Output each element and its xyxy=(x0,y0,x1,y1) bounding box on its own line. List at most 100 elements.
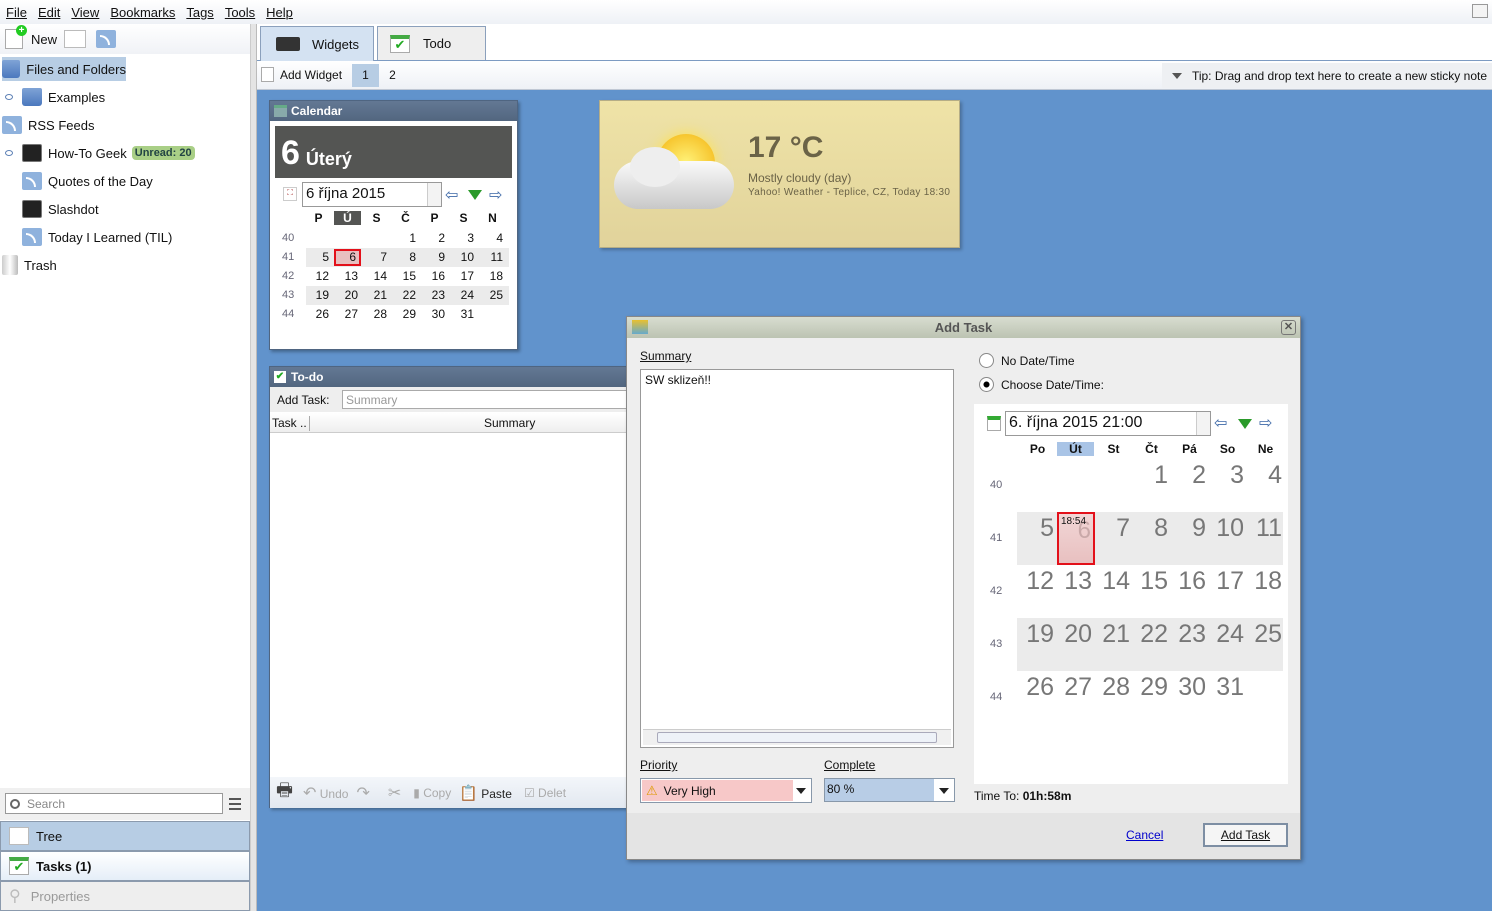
tab-widgets[interactable]: Widgets xyxy=(260,26,374,61)
hamburger-menu-icon[interactable] xyxy=(229,798,241,810)
page-2-button[interactable]: 2 xyxy=(379,64,406,87)
dialog-title-bar[interactable]: Add Task ✕ xyxy=(627,317,1300,338)
calendar-day[interactable]: 7 xyxy=(363,249,390,266)
calendar-day[interactable]: 18 xyxy=(1246,567,1284,596)
calendar-day[interactable]: 8 xyxy=(392,249,419,266)
calendar-day[interactable]: 31 xyxy=(450,306,477,323)
calendar-day[interactable]: 2 xyxy=(421,230,448,247)
calendar-day[interactable]: 2 xyxy=(1170,461,1208,490)
calendar-day[interactable]: 12 xyxy=(305,268,332,285)
calendar-day[interactable]: 20 xyxy=(334,287,361,304)
menu-help[interactable]: Help xyxy=(266,5,293,20)
calendar-day[interactable]: 3 xyxy=(1208,461,1246,490)
add-widget-button[interactable]: Add Widget xyxy=(261,67,342,82)
calendar-day[interactable]: 19 xyxy=(1018,620,1056,649)
copy-button[interactable]: ▮ Copy xyxy=(413,786,451,800)
page-1-button[interactable]: 1 xyxy=(352,64,379,87)
calendar-day[interactable]: 26 xyxy=(305,306,332,323)
calendar-day[interactable]: 29 xyxy=(1132,673,1170,702)
calendar-day[interactable]: 15 xyxy=(392,268,419,285)
todo-widget-title-bar[interactable]: ✔ To-do xyxy=(270,367,648,387)
selected-day-cell[interactable]: 6 18:54 xyxy=(1057,512,1095,565)
paste-button[interactable]: 📋 Paste xyxy=(459,784,512,802)
calendar-day[interactable]: 27 xyxy=(1056,673,1094,702)
window-menu-icon[interactable] xyxy=(1472,4,1488,18)
priority-select[interactable]: ⚠ Very High xyxy=(640,778,812,803)
calendar-day[interactable]: 4 xyxy=(479,230,506,247)
calendar-day[interactable]: 12 xyxy=(1018,567,1056,596)
choose-date-radio[interactable]: Choose Date/Time: xyxy=(979,377,1104,392)
calendar-day[interactable]: 27 xyxy=(334,306,361,323)
menu-file[interactable]: File xyxy=(6,5,27,20)
calendar-day[interactable]: 21 xyxy=(1094,620,1132,649)
menu-tags[interactable]: Tags xyxy=(186,5,213,20)
tree-item[interactable]: RSS Feeds xyxy=(2,113,94,137)
calendar-day[interactable]: 19 xyxy=(305,287,332,304)
close-icon[interactable]: ✕ xyxy=(1281,320,1296,335)
summary-textarea[interactable]: SW sklizeň!! xyxy=(640,369,954,748)
calendar-day[interactable]: 13 xyxy=(334,268,361,285)
calendar-day[interactable]: 25 xyxy=(479,287,506,304)
delete-button[interactable]: ☑ Delet xyxy=(524,786,566,800)
tab-todo[interactable]: ✔ Todo xyxy=(377,26,486,60)
add-task-input[interactable]: Summary xyxy=(342,390,642,409)
add-task-button[interactable]: Add Task xyxy=(1203,823,1288,847)
calendar-day[interactable]: 31 xyxy=(1208,673,1246,702)
calendar-day[interactable]: 6 xyxy=(334,249,361,266)
tree-expander[interactable] xyxy=(5,150,13,156)
tab-properties[interactable]: ⚲ Properties xyxy=(0,881,250,911)
print-icon[interactable]: 🖶 xyxy=(276,778,293,808)
complete-select[interactable]: 80 % xyxy=(824,778,955,802)
no-date-radio[interactable]: No Date/Time xyxy=(979,353,1075,368)
calendar-day[interactable]: 3 xyxy=(450,230,477,247)
menu-edit[interactable]: Edit xyxy=(38,5,60,20)
calendar-day[interactable]: 16 xyxy=(421,268,448,285)
tree-item[interactable]: Trash xyxy=(2,253,57,277)
next-month-arrow-icon[interactable]: ⇨ xyxy=(489,185,502,205)
dialog-next-month-icon[interactable]: ⇨ xyxy=(1259,413,1272,433)
tree-item[interactable]: Examples xyxy=(22,85,105,109)
redo-icon[interactable]: ↷ xyxy=(356,783,369,803)
calendar-day[interactable]: 10 xyxy=(450,249,477,266)
calendar-day[interactable]: 20 xyxy=(1056,620,1094,649)
calendar-day[interactable]: 30 xyxy=(1170,673,1208,702)
calendar-day[interactable]: 22 xyxy=(392,287,419,304)
horizontal-scrollbar[interactable] xyxy=(643,729,951,745)
tree-view-button[interactable] xyxy=(64,30,87,48)
calendar-day[interactable]: 10 xyxy=(1208,514,1246,543)
panel-splitter[interactable] xyxy=(250,24,257,911)
calendar-day[interactable]: 25 xyxy=(1246,620,1284,649)
undo-button[interactable]: ↶ Undo xyxy=(303,783,348,803)
calendar-day[interactable]: 26 xyxy=(1018,673,1056,702)
sticky-note-tip[interactable]: Tip: Drag and drop text here to create a… xyxy=(1161,63,1492,88)
menu-tools[interactable]: Tools xyxy=(225,5,255,20)
cancel-button[interactable]: Cancel xyxy=(1126,828,1163,842)
calendar-day[interactable]: 15 xyxy=(1132,567,1170,596)
calendar-day[interactable]: 29 xyxy=(392,306,419,323)
calendar-day[interactable]: 24 xyxy=(1208,620,1246,649)
calendar-day[interactable]: 5 xyxy=(305,249,332,266)
tree-item[interactable]: Quotes of the Day xyxy=(22,169,153,193)
dialog-month-dropdown-icon[interactable] xyxy=(1238,419,1252,429)
tab-tree[interactable]: Tree xyxy=(0,821,250,851)
calendar-day[interactable]: 16 xyxy=(1170,567,1208,596)
calendar-day[interactable]: 11 xyxy=(1246,514,1284,543)
calendar-day[interactable]: 9 xyxy=(1170,514,1208,543)
new-button[interactable]: + New xyxy=(5,25,57,49)
calendar-day[interactable]: 17 xyxy=(450,268,477,285)
calendar-day[interactable]: 22 xyxy=(1132,620,1170,649)
calendar-widget-title-bar[interactable]: Calendar xyxy=(270,101,517,121)
date-spinner[interactable]: 6 října 2015 xyxy=(302,182,442,207)
calendar-day[interactable]: 13 xyxy=(1056,567,1094,596)
search-input[interactable]: Search xyxy=(5,793,223,814)
calendar-day[interactable]: 17 xyxy=(1208,567,1246,596)
calendar-day[interactable]: 7 xyxy=(1094,514,1132,543)
calendar-day[interactable]: 18 xyxy=(479,268,506,285)
calendar-day[interactable]: 23 xyxy=(421,287,448,304)
calendar-day[interactable]: 14 xyxy=(1094,567,1132,596)
calendar-day[interactable]: 1 xyxy=(392,230,419,247)
calendar-day[interactable]: 4 xyxy=(1246,461,1284,490)
calendar-day[interactable]: 23 xyxy=(1170,620,1208,649)
tab-tasks[interactable]: ✔ Tasks (1) xyxy=(0,851,250,881)
tree-item[interactable]: How-To Geek Unread: 20 xyxy=(22,141,195,165)
